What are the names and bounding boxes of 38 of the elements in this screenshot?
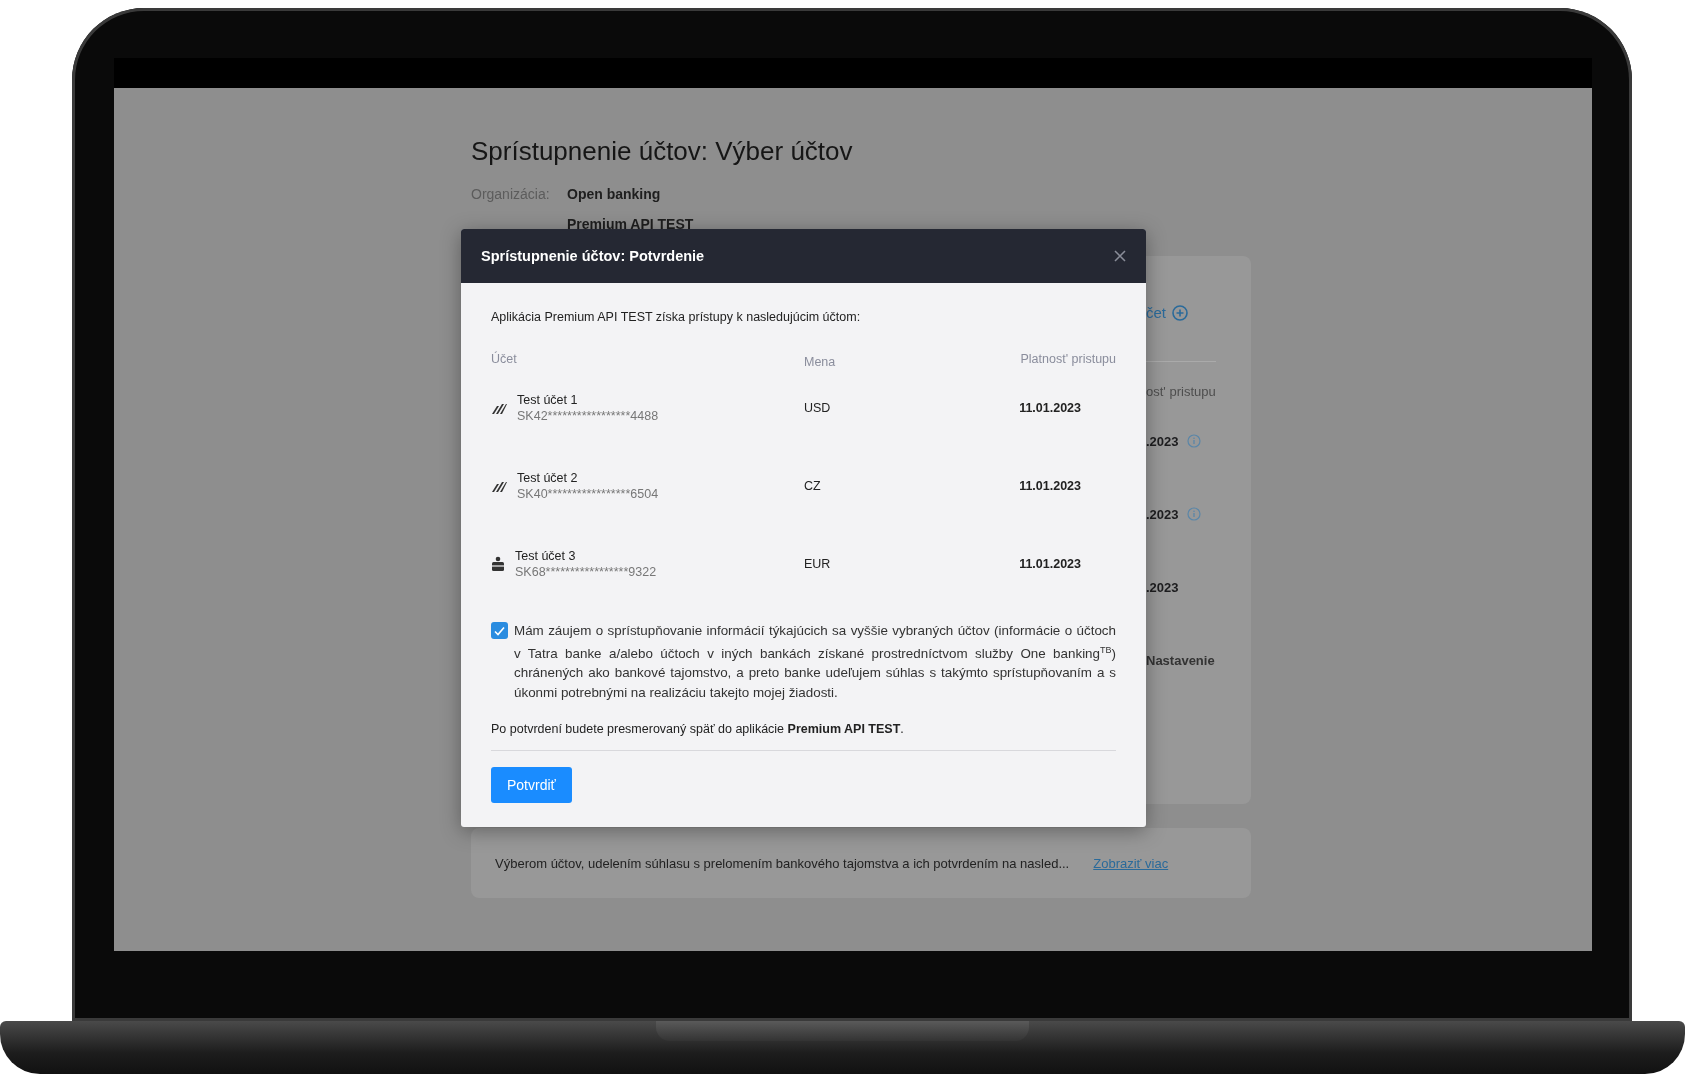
validity-date: 11.01.2023 (1019, 557, 1082, 571)
detail-value: Premium API TEST (567, 215, 694, 234)
currency-text: EUR (804, 557, 832, 571)
date-text: .2023 (1146, 506, 1179, 522)
plus-circle-icon (1172, 304, 1188, 321)
checkmark-icon (493, 624, 506, 637)
currency-text: USD (804, 401, 832, 415)
validity-date: 11.01.2023 (1019, 479, 1082, 493)
page-title: Sprístupnenie účtov: Výber účtov (471, 135, 854, 167)
account-iban: SK40*****************6504 (517, 487, 659, 501)
redirect-note: Po potvrdení budete presmerovaný späť do aplikácie Premium API TEST. (491, 722, 905, 737)
stripes-icon (491, 401, 507, 415)
detail-value: Open banking (567, 185, 662, 204)
intro-text: Aplikácia Premium API TEST získa prístupy k nasledujúcim účtom: (491, 310, 862, 324)
consent-text: Mám záujem o sprístupňovanie informácií týkajúcich sa vyššie vybraných účtov (informácie o účtoch v Tatra banke a/alebo účtoch v iných bankách získané prostredníctvom služby One banking$^{TB}$) chránených ako bankové tajomstvo, a preto banke udeľujem súhlas s takýmto sprístupňovaním a s úkonmi potrebnými na realizáciu takejto mojej žiadosti. (514, 622, 1116, 702)
column-header: Platnost' pristupu (1020, 352, 1116, 368)
date-text: .2023 (1146, 579, 1179, 595)
notice-text: Výberom účtov, udelením súhlasu s prelomením bankového tajomstva a ich potvrdením na nasled... (495, 855, 1070, 871)
confirm-button[interactable]: Potvrdiť (491, 767, 572, 804)
account-name: Test účet 2 (517, 471, 579, 485)
settings-label: Nastavenie (1146, 653, 1215, 668)
consent-checkbox[interactable] (491, 622, 508, 639)
dialog-title: Sprístupnenie účtov: Potvrdenie (481, 248, 705, 264)
stripes-icon (491, 479, 507, 493)
account-name: Test účet 1 (517, 393, 579, 407)
date-text: .2023 (1146, 433, 1179, 449)
add-account-link[interactable]: čet (1146, 304, 1188, 321)
show-more-link[interactable]: Zobraziť viac (1093, 855, 1169, 871)
currency-text: CZ (804, 479, 822, 493)
column-header: ost' pristupu (1146, 384, 1216, 399)
column-header: Mena (804, 355, 837, 369)
validity-date: 11.01.2023 (1019, 401, 1082, 415)
account-iban: SK68*****************9322 (515, 565, 657, 579)
bank-icon (491, 556, 505, 572)
column-header: Účet (491, 352, 518, 368)
account-name: Test účet 3 (515, 549, 577, 563)
account-iban: SK42*****************4488 (517, 409, 659, 423)
close-icon[interactable] (1114, 250, 1126, 262)
